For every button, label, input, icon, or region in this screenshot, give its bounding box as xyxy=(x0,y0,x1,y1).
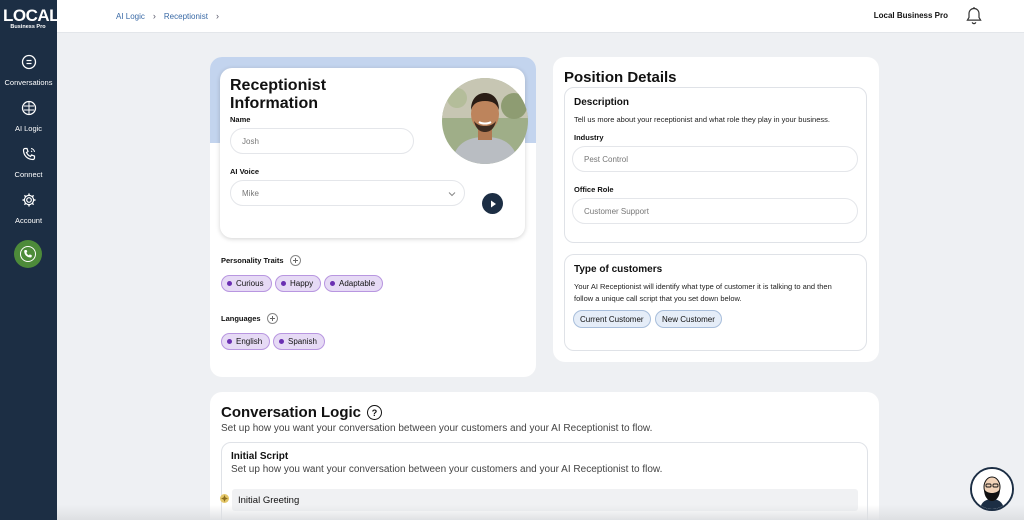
chevron-right-icon: › xyxy=(152,11,156,21)
receptionist-title: Receptionist Information xyxy=(230,77,327,112)
language-label: English xyxy=(236,337,263,346)
customers-text-line1: Your AI Receptionist will identify what … xyxy=(574,282,832,291)
languages-header: Languages xyxy=(221,313,278,324)
bottom-fade xyxy=(57,505,1024,520)
sidebar-item-ai-logic[interactable]: AI Logic xyxy=(0,100,57,133)
gear-icon xyxy=(22,193,35,207)
position-details-card: Position Details Description Tell us mor… xyxy=(553,57,879,362)
receptionist-card: Receptionist Information Name Josh AI Vo… xyxy=(210,57,536,377)
chat-icon xyxy=(21,54,36,70)
conversation-title: Conversation Logic xyxy=(221,404,362,421)
ai-voice-select[interactable]: Mike xyxy=(230,180,465,206)
dot-icon xyxy=(281,281,286,286)
breadcrumb: AI Logic › Receptionist › xyxy=(116,11,219,21)
add-language-icon[interactable] xyxy=(266,313,278,324)
position-title: Position Details xyxy=(564,69,677,86)
brain-icon xyxy=(21,100,36,116)
trait-label: Happy xyxy=(290,279,314,288)
breadcrumb-ai-logic[interactable]: AI Logic xyxy=(116,12,145,21)
phone-icon xyxy=(22,147,35,161)
dot-icon xyxy=(227,339,232,344)
call-button[interactable] xyxy=(14,240,42,268)
name-label: Name xyxy=(230,115,251,124)
personality-traits-label: Personality Traits xyxy=(221,256,284,265)
sidebar-item-label: Connect xyxy=(14,170,43,179)
breadcrumb-receptionist[interactable]: Receptionist xyxy=(164,12,208,21)
dot-icon xyxy=(330,281,335,286)
conversation-description: Set up how you want your conversation be… xyxy=(221,423,653,434)
trait-label: Adaptable xyxy=(339,279,376,288)
receptionist-info-panel: Receptionist Information Name Josh AI Vo… xyxy=(220,68,528,238)
sidebar-item-label: Conversations xyxy=(4,78,53,87)
customers-text-line2: follow a unique call script that you set… xyxy=(574,294,742,303)
languages-label: Languages xyxy=(221,314,261,323)
ai-voice-value: Mike xyxy=(242,188,259,198)
language-label: Spanish xyxy=(288,337,317,346)
language-chip[interactable]: English xyxy=(221,333,271,350)
sidebar-item-label: Account xyxy=(14,216,43,225)
initial-script-title: Initial Script xyxy=(231,451,289,462)
initial-script-description: Set up how you want your conversation be… xyxy=(231,464,663,475)
receptionist-photo xyxy=(442,78,528,164)
office-role-label: Office Role xyxy=(574,185,614,194)
help-icon[interactable]: ? xyxy=(367,405,383,420)
bell-icon[interactable] xyxy=(964,6,984,26)
logo-text: LOCAL xyxy=(3,6,60,25)
dot-icon xyxy=(227,281,232,286)
customers-title: Type of customers xyxy=(574,264,663,275)
conversation-logic-card: Conversation Logic ? Set up how you want… xyxy=(210,392,879,520)
name-input[interactable]: Josh xyxy=(230,128,414,154)
sparkle-icon xyxy=(220,494,229,503)
sidebar-item-account[interactable]: Account xyxy=(0,192,57,225)
description-title: Description xyxy=(574,97,630,108)
description-panel: Description Tell us more about your rece… xyxy=(564,87,867,243)
ai-voice-label: AI Voice xyxy=(230,167,260,176)
trait-chip[interactable]: Adaptable xyxy=(324,275,384,292)
add-trait-icon[interactable] xyxy=(289,255,301,266)
industry-input[interactable]: Pest Control xyxy=(572,146,858,172)
customer-types-panel: Type of customers Your AI Receptionist w… xyxy=(564,254,867,351)
trait-chip[interactable]: Happy xyxy=(275,275,322,292)
phone-call-icon xyxy=(20,246,36,262)
sidebar: LOCAL Business Pro Conversations AI Logi… xyxy=(0,0,60,520)
industry-label: Industry xyxy=(574,133,604,142)
trait-chip[interactable]: Curious xyxy=(221,275,272,292)
chevron-down-icon xyxy=(448,192,456,197)
logo-subtitle: Business Pro xyxy=(10,24,46,30)
office-role-input[interactable]: Customer Support xyxy=(572,198,858,224)
play-voice-button[interactable] xyxy=(482,193,503,214)
top-bar: AI Logic › Receptionist › Local Business… xyxy=(57,0,1024,33)
trait-label: Curious xyxy=(236,279,264,288)
assistant-avatar[interactable] xyxy=(970,467,1014,511)
sidebar-item-connect[interactable]: Connect xyxy=(0,146,57,179)
language-chip[interactable]: Spanish xyxy=(273,333,325,350)
personality-traits-header: Personality Traits xyxy=(221,255,301,266)
app-logo[interactable]: LOCAL Business Pro xyxy=(3,6,60,31)
business-name[interactable]: Local Business Pro xyxy=(874,11,948,20)
sidebar-item-label: AI Logic xyxy=(14,124,43,133)
sidebar-item-conversations[interactable]: Conversations xyxy=(0,54,57,87)
customer-type-pill[interactable]: New Customer xyxy=(655,310,722,328)
customer-type-pill[interactable]: Current Customer xyxy=(573,310,651,328)
conversation-title-row: Conversation Logic ? xyxy=(221,404,383,421)
description-text: Tell us more about your receptionist and… xyxy=(574,115,830,124)
dot-icon xyxy=(279,339,284,344)
chevron-right-icon: › xyxy=(215,11,219,21)
play-icon xyxy=(490,200,496,207)
